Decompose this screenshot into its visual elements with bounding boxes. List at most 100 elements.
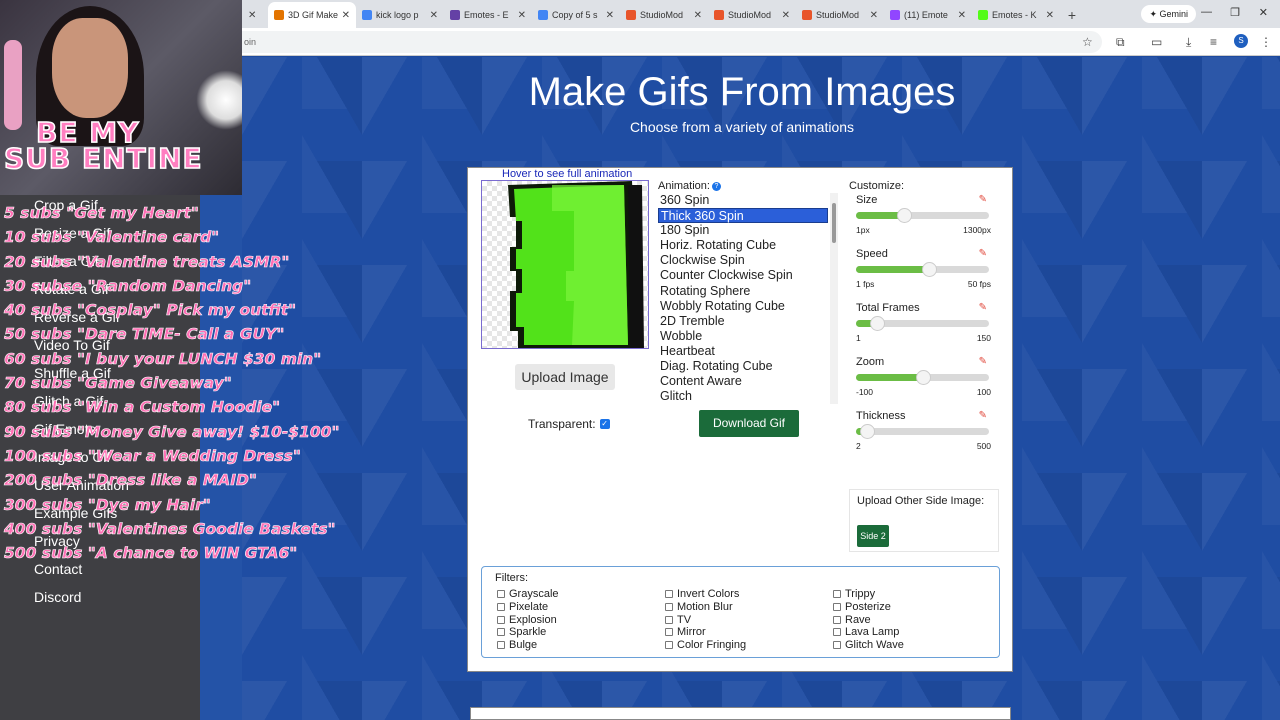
slider-track[interactable] [856, 316, 989, 331]
animation-scrollbar[interactable] [830, 193, 838, 404]
animation-option[interactable]: Horiz. Rotating Cube [658, 238, 837, 253]
animation-option[interactable]: Thick 360 Spin [658, 208, 828, 224]
menu-icon[interactable]: ⋮ [1260, 35, 1272, 49]
tab-search-icon[interactable]: ▭ [1151, 35, 1162, 49]
tab-close-icon[interactable]: ✕ [342, 10, 350, 21]
animation-option[interactable]: Rotating Sphere [658, 284, 837, 299]
filter-checkbox[interactable] [497, 590, 505, 599]
animation-option[interactable]: Glitch [658, 389, 837, 404]
filter-checkbox[interactable] [833, 590, 841, 599]
help-icon[interactable]: ? [711, 181, 721, 191]
browser-tab[interactable]: StudioMod ✕ [796, 2, 884, 28]
animation-option[interactable]: Diag. Rotating Cube [658, 359, 837, 374]
browser-tab[interactable]: 3D Gif Maker ✕ [268, 2, 356, 28]
filter-explosion[interactable]: Explosion [497, 613, 559, 626]
filter-posterize[interactable]: Posterize [833, 601, 904, 614]
filter-lava-lamp[interactable]: Lava Lamp [833, 626, 904, 639]
animation-option[interactable]: Counter Clockwise Spin [658, 268, 837, 283]
animation-option[interactable]: 360 Spin [658, 193, 837, 208]
browser-tab[interactable]: kick logo p ✕ [356, 2, 444, 28]
download-gif-button[interactable]: Download Gif [699, 410, 799, 437]
minimize-icon[interactable]: — [1201, 6, 1212, 18]
filter-trippy[interactable]: Trippy [833, 588, 904, 601]
address-bar[interactable]: oin [242, 31, 1102, 53]
filter-pixelate[interactable]: Pixelate [497, 601, 559, 614]
animation-option[interactable]: 2D Tremble [658, 314, 837, 329]
slider-track[interactable] [856, 208, 989, 223]
gemini-button[interactable]: ✦ Gemini [1141, 5, 1196, 23]
tab-close-icon[interactable]: ✕ [606, 10, 614, 21]
animation-option[interactable]: Clockwise Spin [658, 253, 837, 268]
filter-checkbox[interactable] [665, 628, 673, 637]
animation-option[interactable]: Content Aware [658, 374, 837, 389]
pencil-icon[interactable]: ✎ [979, 410, 987, 421]
browser-tab[interactable]: Emotes - K ✕ [972, 2, 1060, 28]
browser-tab[interactable]: Emotes - E ✕ [444, 2, 532, 28]
filter-bulge[interactable]: Bulge [497, 639, 559, 652]
transparent-checkbox[interactable]: ✓ [599, 419, 610, 429]
filter-sparkle[interactable]: Sparkle [497, 626, 559, 639]
filter-color-fringing[interactable]: Color Fringing [665, 639, 746, 652]
media-icon[interactable]: ≡ [1210, 35, 1217, 49]
browser-tab[interactable]: Copy of 5 s ✕ [532, 2, 620, 28]
new-tab-button[interactable]: + [1060, 2, 1084, 28]
filter-glitch-wave[interactable]: Glitch Wave [833, 639, 904, 652]
animation-option[interactable]: 180 Spin [658, 223, 837, 238]
tab-close-icon[interactable]: ✕ [430, 10, 438, 21]
filter-checkbox[interactable] [665, 615, 673, 624]
upload-image-button[interactable]: Upload Image [515, 364, 615, 390]
filter-checkbox[interactable] [833, 628, 841, 637]
filter-tv[interactable]: TV [665, 613, 746, 626]
window-close-icon[interactable]: ✕ [1259, 6, 1268, 19]
sidebar-item-discord[interactable]: Discord [34, 589, 81, 605]
tab-prev-close[interactable]: ✕ [242, 2, 268, 28]
browser-tab[interactable]: StudioMod ✕ [620, 2, 708, 28]
slider-track[interactable] [856, 370, 989, 385]
slider-handle[interactable] [859, 424, 875, 439]
tab-close-icon[interactable]: ✕ [1046, 10, 1054, 21]
filter-checkbox[interactable] [665, 590, 673, 599]
filter-checkbox[interactable] [497, 603, 505, 612]
tab-close-icon[interactable]: ✕ [518, 10, 526, 21]
animation-list[interactable]: 360 Spin Thick 360 Spin 180 Spin Horiz. Rot… [658, 193, 838, 404]
restore-icon[interactable]: ❐ [1230, 6, 1240, 19]
side2-button[interactable]: Side 2 [857, 525, 889, 547]
animation-option[interactable]: Wobble [658, 329, 837, 344]
scroll-thumb[interactable] [832, 203, 836, 243]
pencil-icon[interactable]: ✎ [979, 302, 987, 313]
animation-option[interactable]: Wobbly Rotating Cube [658, 299, 837, 314]
browser-tab[interactable]: (11) Emote ✕ [884, 2, 972, 28]
filter-rave[interactable]: Rave [833, 613, 904, 626]
filter-checkbox[interactable] [497, 615, 505, 624]
filter-checkbox[interactable] [497, 628, 505, 637]
tab-close-icon[interactable]: ✕ [782, 10, 790, 21]
extensions-icon[interactable]: ⧉ [1116, 35, 1125, 50]
slider-handle[interactable] [896, 208, 912, 223]
profile-avatar[interactable]: S [1234, 34, 1248, 48]
animation-option[interactable]: Heartbeat [658, 344, 837, 359]
pencil-icon[interactable]: ✎ [979, 194, 987, 205]
filter-mirror[interactable]: Mirror [665, 626, 746, 639]
filter-checkbox[interactable] [665, 641, 673, 650]
slider-track[interactable] [856, 424, 989, 439]
filter-grayscale[interactable]: Grayscale [497, 588, 559, 601]
tab-close-icon[interactable]: ✕ [958, 10, 966, 21]
download-icon[interactable]: ⤓ [1186, 35, 1191, 50]
filter-checkbox[interactable] [665, 603, 673, 612]
tab-close-icon[interactable]: ✕ [694, 10, 702, 21]
browser-tab[interactable]: StudioMod ✕ [708, 2, 796, 28]
pencil-icon[interactable]: ✎ [979, 248, 987, 259]
filter-checkbox[interactable] [833, 615, 841, 624]
bookmark-star-icon[interactable]: ☆ [1082, 35, 1093, 49]
gif-preview[interactable] [481, 180, 649, 349]
tab-close-icon[interactable]: ✕ [870, 10, 878, 21]
slider-handle[interactable] [915, 370, 931, 385]
slider-handle[interactable] [922, 262, 938, 277]
filter-checkbox[interactable] [833, 603, 841, 612]
filter-motion-blur[interactable]: Motion Blur [665, 601, 746, 614]
filter-invert-colors[interactable]: Invert Colors [665, 588, 746, 601]
filter-checkbox[interactable] [833, 641, 841, 650]
pencil-icon[interactable]: ✎ [979, 356, 987, 367]
slider-handle[interactable] [870, 316, 886, 331]
close-icon[interactable]: ✕ [248, 10, 256, 21]
